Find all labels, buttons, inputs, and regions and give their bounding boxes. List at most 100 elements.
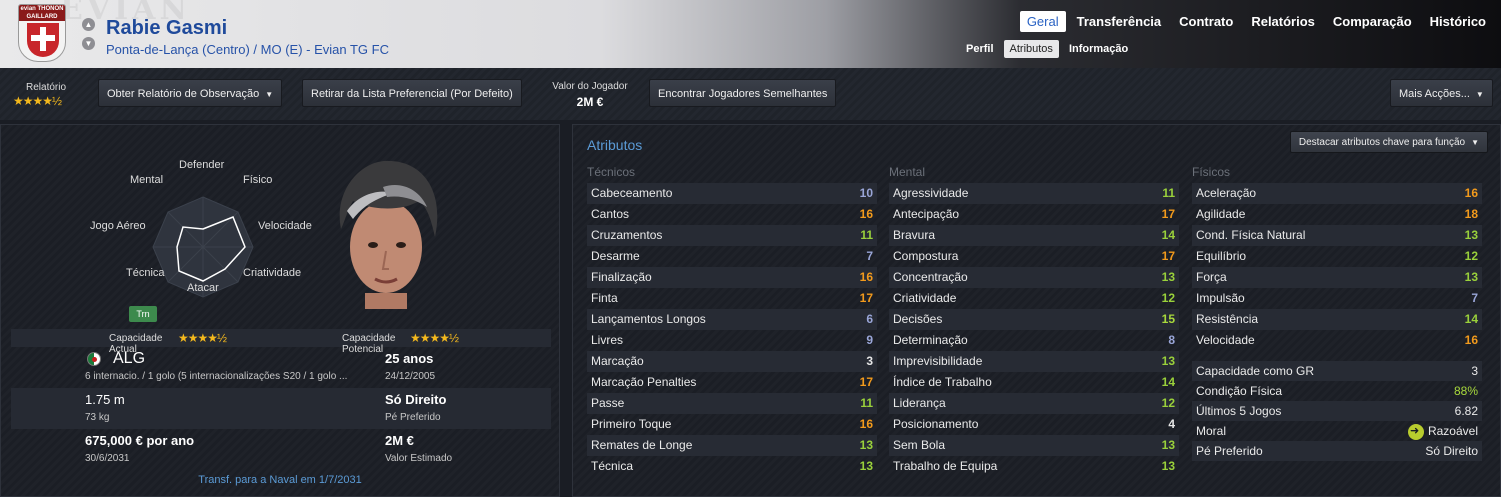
shortlist-button[interactable]: Retirar da Lista Preferencial (Por Defei… <box>302 79 522 107</box>
attr-row[interactable]: Resistência 14 <box>1192 309 1482 330</box>
wage[interactable]: 675,000 € por ano <box>85 433 194 448</box>
attr-row[interactable]: Concentração 13 <box>889 267 1179 288</box>
attr-value: 14 <box>1161 375 1175 389</box>
attr-value: 9 <box>866 333 873 347</box>
tab-geral[interactable]: Geral <box>1019 11 1066 32</box>
scout-report-button[interactable]: Obter Relatório de Observação ▼ <box>98 79 283 107</box>
fisicos-column: Físicos Aceleração 16 Agilidade 18 Cond. F… <box>1192 165 1482 461</box>
attr-row[interactable]: Marcação 3 <box>587 351 877 372</box>
age: 25 anos <box>385 351 434 366</box>
attr-row[interactable]: Lançamentos Longos 6 <box>587 309 877 330</box>
attr-row[interactable]: Trabalho de Equipa 13 <box>889 456 1179 477</box>
attr-row[interactable]: Bravura 14 <box>889 225 1179 246</box>
stat-name: Condição Física <box>1196 384 1283 398</box>
attr-row[interactable]: Agilidade 18 <box>1192 204 1482 225</box>
attr-row[interactable]: Criatividade 12 <box>889 288 1179 309</box>
attr-row[interactable]: Aceleração 16 <box>1192 183 1482 204</box>
info-row-contract: 675,000 € por ano 30/6/2031 2M € Valor E… <box>11 429 551 470</box>
attr-value: 13 <box>1161 438 1175 452</box>
attr-row[interactable]: Agressividade 11 <box>889 183 1179 204</box>
sub-tabs: Perfil Atributos Informação <box>960 40 1134 58</box>
attributes-panel: Atributos Destacar atributos chave para … <box>572 124 1501 497</box>
attr-row[interactable]: Compostura 17 <box>889 246 1179 267</box>
attr-value: 10 <box>859 186 873 200</box>
attr-row[interactable]: Primeiro Toque 16 <box>587 414 877 435</box>
nationality[interactable]: ALG <box>113 350 145 368</box>
attr-row[interactable]: Velocidade 16 <box>1192 330 1482 351</box>
attr-row[interactable]: Cruzamentos 11 <box>587 225 877 246</box>
transfer-note-link[interactable]: Transf. para a Naval em 1/7/2031 <box>1 474 559 486</box>
top-tabs: Geral Transferência Contrato Relatórios … <box>1019 11 1493 32</box>
attr-row[interactable]: Passe 11 <box>587 393 877 414</box>
attr-row[interactable]: Marcação Penalties 17 <box>587 372 877 393</box>
action-toolbar: Relatório ★★★★½ Obter Relatório de Obser… <box>0 68 1501 120</box>
attr-row[interactable]: Finta 17 <box>587 288 877 309</box>
attr-name: Impulsão <box>1196 291 1245 305</box>
more-actions-label: Mais Acções... <box>1399 88 1470 100</box>
training-badge[interactable]: Trn <box>129 306 157 322</box>
stat-row: Capacidade como GR 3 <box>1192 361 1482 381</box>
attr-value: 3 <box>866 354 873 368</box>
morale-icon <box>1407 421 1424 441</box>
next-player-icon[interactable]: ▼ <box>82 37 95 50</box>
subtab-atributos[interactable]: Atributos <box>1003 40 1059 58</box>
attr-value: 8 <box>1168 333 1175 347</box>
info-row-nationality: ALG 6 internacio. / 1 golo (5 internacio… <box>11 347 551 388</box>
tab-comparacao[interactable]: Comparação <box>1326 11 1419 32</box>
attr-row[interactable]: Cabeceamento 10 <box>587 183 877 204</box>
attr-row[interactable]: Índice de Trabalho 14 <box>889 372 1179 393</box>
attr-value: 17 <box>1161 249 1175 263</box>
stat-name: Moral <box>1196 424 1227 438</box>
subtab-informacao[interactable]: Informação <box>1063 40 1134 58</box>
attr-row[interactable]: Impulsão 7 <box>1192 288 1482 309</box>
attr-value: 17 <box>1161 207 1175 221</box>
attr-row[interactable]: Determinação 8 <box>889 330 1179 351</box>
chevron-down-icon: ▼ <box>1471 138 1479 147</box>
attr-name: Índice de Trabalho <box>893 375 992 389</box>
stat-row: Condição Física 88% <box>1192 381 1482 401</box>
attr-name: Liderança <box>893 396 946 410</box>
morale-value[interactable]: Razoável <box>1407 421 1478 441</box>
stat-value: 6.82 <box>1454 404 1478 418</box>
attr-row[interactable]: Finalização 16 <box>587 267 877 288</box>
attr-value: 16 <box>1464 186 1478 200</box>
attr-row[interactable]: Sem Bola 13 <box>889 435 1179 456</box>
tab-relatorios[interactable]: Relatórios <box>1244 11 1322 32</box>
find-similar-button[interactable]: Encontrar Jogadores Semelhantes <box>649 79 837 107</box>
attr-row[interactable]: Cantos 16 <box>587 204 877 225</box>
tab-contrato[interactable]: Contrato <box>1172 11 1240 32</box>
attr-row[interactable]: Imprevisibilidade 13 <box>889 351 1179 372</box>
attribute-radar: Defender Físico Velocidade Criatividade … <box>81 155 321 335</box>
stat-name: Últimos 5 Jogos <box>1196 404 1282 418</box>
attr-row[interactable]: Livres 9 <box>587 330 877 351</box>
mental-column: Mental Agressividade 11 Antecipação 17 Bra… <box>889 165 1179 477</box>
cap-actual-stars: ★★★★½ <box>178 331 227 345</box>
attr-row[interactable]: Liderança 12 <box>889 393 1179 414</box>
player-position-club[interactable]: Ponta-de-Lança (Centro) / MO (E) - Evian… <box>106 42 389 57</box>
highlight-key-attributes-button[interactable]: Destacar atributos chave para função ▼ <box>1289 131 1488 153</box>
stat-value: Só Direito <box>1425 444 1478 458</box>
chevron-down-icon: ▼ <box>265 90 274 99</box>
attributes-title: Atributos <box>587 137 643 153</box>
attr-row[interactable]: Antecipação 17 <box>889 204 1179 225</box>
attr-name: Remates de Longe <box>591 438 693 452</box>
attr-row[interactable]: Equilíbrio 12 <box>1192 246 1482 267</box>
attr-value: 18 <box>1464 207 1478 221</box>
attr-row[interactable]: Desarme 7 <box>587 246 877 267</box>
attr-row[interactable]: Força 13 <box>1192 267 1482 288</box>
more-actions-button[interactable]: Mais Acções... ▼ <box>1390 79 1493 107</box>
subtab-perfil[interactable]: Perfil <box>960 40 1000 58</box>
stat-name: Capacidade como GR <box>1196 364 1315 378</box>
attr-name: Bravura <box>893 228 936 242</box>
tab-historico[interactable]: Histórico <box>1423 11 1493 32</box>
tab-transferencia[interactable]: Transferência <box>1070 11 1169 32</box>
attr-row[interactable]: Cond. Física Natural 13 <box>1192 225 1482 246</box>
attr-row[interactable]: Decisões 15 <box>889 309 1179 330</box>
attr-row[interactable]: Técnica 13 <box>587 456 877 477</box>
club-crest-icon[interactable]: evian THONON GAILLARD <box>18 4 66 62</box>
player-info: ALG 6 internacio. / 1 golo (5 internacio… <box>11 347 551 470</box>
attr-row[interactable]: Posicionamento 4 <box>889 414 1179 435</box>
weight: 73 kg <box>85 412 110 423</box>
attr-row[interactable]: Remates de Longe 13 <box>587 435 877 456</box>
previous-player-icon[interactable]: ▲ <box>82 18 95 31</box>
